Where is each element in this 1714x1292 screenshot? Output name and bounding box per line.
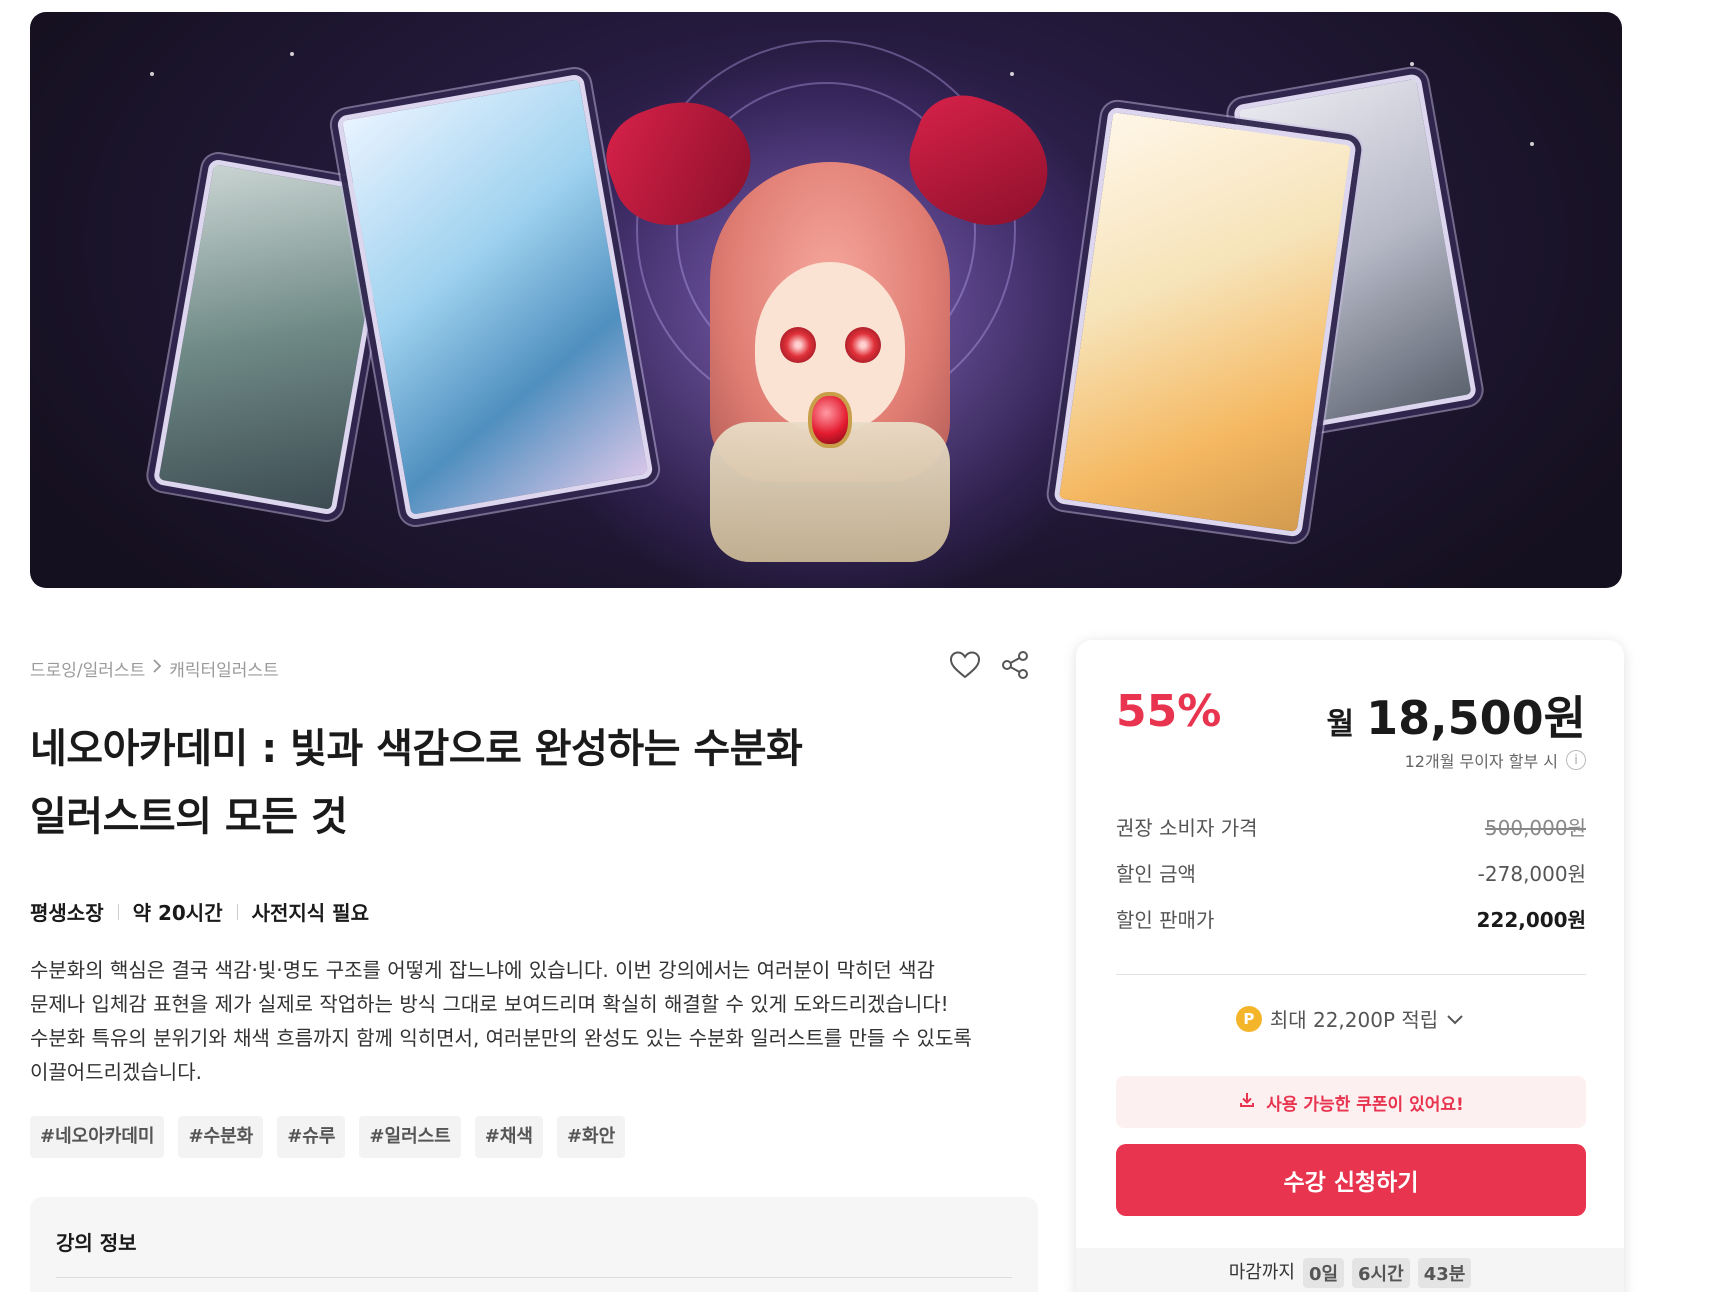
illustration-card: [336, 73, 654, 521]
monthly-price: 월 18,500원: [1327, 682, 1586, 748]
monthly-unit: 월: [1326, 707, 1355, 742]
course-actions: [948, 648, 1032, 682]
breadcrumb-category[interactable]: 드로잉/일러스트: [30, 656, 145, 681]
info-icon[interactable]: i: [1566, 750, 1586, 770]
star-decoration: [1010, 72, 1014, 76]
tag-item[interactable]: #채색: [474, 1116, 543, 1158]
meta-divider: [117, 903, 119, 920]
divider: [1116, 974, 1586, 975]
enroll-button[interactable]: 수강 신청하기: [1116, 1144, 1586, 1216]
chevron-down-icon: [1446, 1007, 1464, 1031]
installment-text: 12개월 무이자 할부 시: [1404, 752, 1558, 771]
sale-price-row: 할인 판매가 222,000원: [1116, 904, 1586, 933]
point-coin-icon: P: [1235, 1005, 1262, 1032]
download-icon: [1238, 1091, 1256, 1114]
discount-row: 할인 금액 -278,000원: [1116, 858, 1586, 887]
meta-prerequisite: 사전지식 필요: [251, 901, 369, 925]
sale-label: 할인 판매가: [1116, 908, 1215, 932]
meta-duration: 약 20시간: [132, 901, 223, 925]
points-dropdown[interactable]: P 최대 22,200P 적립: [1076, 1004, 1624, 1033]
course-info-title: 강의 정보: [56, 1231, 137, 1255]
description-line: 수분화의 핵심은 결국 색감·빛·명도 구조를 어떻게 잡느냐에 있습니다. 이…: [30, 958, 935, 982]
description-line: 문제나 입체감 표현을 제가 실제로 작업하는 방식 그대로 보여드리며 확실히…: [30, 992, 949, 1016]
course-banner-image: [30, 12, 1622, 588]
tag-item[interactable]: #화안: [556, 1116, 626, 1158]
msrp-row: 권장 소비자 가격 500,000원: [1116, 812, 1586, 841]
chevron-right-icon: [151, 658, 163, 679]
description-line: 이끌어드리겠습니다.: [30, 1060, 202, 1084]
purchase-card: 55% 월 18,500원 12개월 무이자 할부 시 i 권장 소비자 가격 …: [1076, 640, 1624, 1292]
coupon-banner[interactable]: 사용 가능한 쿠폰이 있어요!: [1116, 1076, 1586, 1128]
main-character-illustration: [593, 81, 1067, 588]
deadline-days: 0일: [1302, 1258, 1345, 1288]
course-title-line: 네오아카데미 : 빛과 색감으로 완성하는 수분화: [30, 726, 803, 772]
meta-ownership: 평생소장: [30, 901, 104, 925]
course-meta: 평생소장 약 20시간 사전지식 필요: [30, 897, 369, 926]
share-icon[interactable]: [998, 648, 1032, 682]
sale-value: 222,000원: [1476, 908, 1587, 932]
discount-label: 할인 금액: [1116, 862, 1196, 886]
star-decoration: [150, 72, 154, 76]
coupon-text: 사용 가능한 쿠폰이 있어요!: [1266, 1094, 1464, 1115]
star-decoration: [1410, 62, 1414, 66]
deadline-countdown: 마감까지 0일 6시간 43분: [1076, 1248, 1624, 1292]
tag-item[interactable]: #네오아카데미: [30, 1116, 165, 1158]
tag-list: #네오아카데미 #수분화 #슈루 #일러스트 #채색 #화안: [30, 1116, 626, 1158]
discount-rate: 55%: [1116, 686, 1222, 737]
course-title: 네오아카데미 : 빛과 색감으로 완성하는 수분화 일러스트의 모든 것: [30, 715, 930, 851]
course-description: 수분화의 핵심은 결국 색감·빛·명도 구조를 어떻게 잡느냐에 있습니다. 이…: [30, 953, 1040, 1089]
illustration-card: [1053, 106, 1357, 538]
installment-note: 12개월 무이자 할부 시 i: [1405, 748, 1586, 772]
discount-value: -278,000원: [1477, 862, 1586, 886]
heart-icon[interactable]: [948, 648, 982, 682]
deadline-hours: 6시간: [1352, 1258, 1410, 1288]
tag-item[interactable]: #수분화: [178, 1116, 264, 1158]
course-info-section: 강의 정보: [30, 1197, 1038, 1292]
tag-item[interactable]: #슈루: [277, 1116, 346, 1158]
breadcrumb: 드로잉/일러스트 캐릭터일러스트: [30, 656, 279, 681]
msrp-value: 500,000원: [1484, 816, 1586, 840]
points-text: 최대 22,200P 적립: [1269, 1008, 1439, 1032]
course-title-line: 일러스트의 모든 것: [30, 794, 348, 840]
divider: [56, 1277, 1012, 1278]
deadline-label: 마감까지: [1228, 1262, 1295, 1283]
meta-divider: [236, 903, 238, 920]
deadline-minutes: 43분: [1417, 1258, 1472, 1288]
monthly-amount: 18,500원: [1366, 691, 1586, 745]
tag-item[interactable]: #일러스트: [359, 1116, 461, 1158]
msrp-label: 권장 소비자 가격: [1116, 816, 1258, 840]
star-decoration: [290, 52, 294, 56]
breadcrumb-subcategory[interactable]: 캐릭터일러스트: [169, 656, 278, 681]
description-line: 수분화 특유의 분위기와 채색 흐름까지 함께 익히면서, 여러분만의 완성도 …: [30, 1026, 972, 1050]
star-decoration: [1530, 142, 1534, 146]
